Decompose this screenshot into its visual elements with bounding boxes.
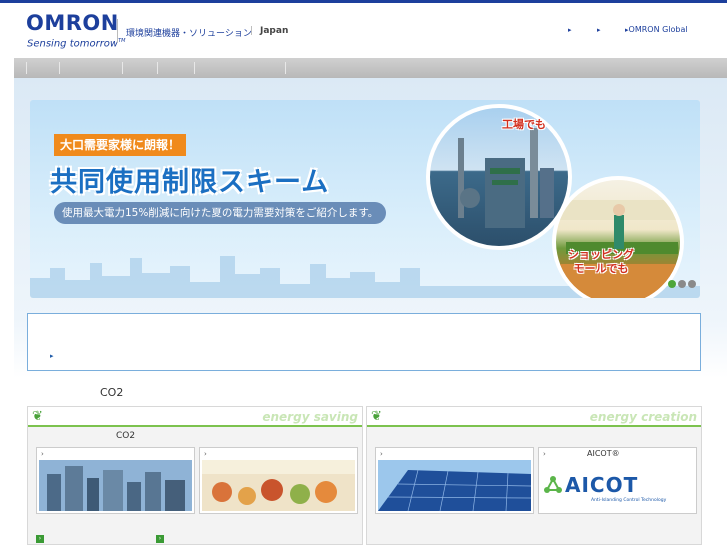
- nav-item-2[interactable]: [59, 62, 60, 74]
- site-title[interactable]: 環境関連機器・ソリューション: [126, 26, 252, 39]
- shopping-mall-photo: [552, 176, 684, 298]
- site-region: Japan: [260, 26, 289, 36]
- network-icon: [544, 476, 562, 493]
- energy-creation-panel: ❦ energy creation › › AICOT® AICOT Anti-…: [366, 406, 702, 545]
- global-nav-bar: [14, 58, 727, 78]
- mall-label: ショッピング モールでも: [568, 248, 634, 276]
- mall-illustration: [556, 200, 680, 298]
- site-header: OMRON Sensing tomorrowTM 環境関連機器・ソリューション …: [0, 3, 727, 57]
- hero-banner[interactable]: 大口需要家様に朗報！ 共同使用制限スキーム 使用最大電力15%削減に向けた夏の電…: [30, 100, 700, 298]
- aicot-wordmark: AICOT: [565, 473, 639, 497]
- card-label: AICOT®: [587, 449, 620, 458]
- aicot-card[interactable]: › AICOT® AICOT Anti-Islanding Control Te…: [538, 447, 697, 514]
- arrow-right-icon: ▸: [568, 26, 572, 34]
- link-box-icon[interactable]: ›: [36, 535, 44, 543]
- slide-dot-2[interactable]: [678, 280, 686, 288]
- city-card[interactable]: ›: [36, 447, 195, 514]
- top-link-2[interactable]: ▸: [597, 25, 601, 34]
- slide-dot-3[interactable]: [688, 280, 696, 288]
- banner-tag: 大口需要家様に朗報！: [54, 134, 187, 156]
- banner-subline: 使用最大電力15%削減に向けた夏の電力需要対策をご紹介します。: [54, 202, 387, 224]
- news-box: ▸: [27, 313, 701, 371]
- top-link-1[interactable]: ▸: [568, 25, 572, 34]
- header-divider: [117, 19, 118, 43]
- panel-title: energy creation: [589, 410, 697, 424]
- chevron-right-icon: ›: [41, 450, 44, 458]
- brand-tagline: Sensing tomorrowTM: [27, 38, 125, 49]
- nav-item-5[interactable]: [194, 62, 195, 74]
- top-link-label: OMRON Global: [628, 25, 688, 34]
- aicot-logo: AICOT Anti-Islanding Control Technology: [541, 460, 694, 511]
- sprout-icon: ❦: [371, 409, 382, 424]
- solar-panels-photo: [378, 460, 531, 511]
- factory-label: 工場でも: [502, 118, 546, 131]
- panel-header: ❦ energy creation: [367, 407, 701, 427]
- chevron-right-icon: ›: [380, 450, 383, 458]
- link-box-icon[interactable]: ›: [156, 535, 164, 543]
- omron-logo[interactable]: OMRON: [26, 11, 119, 35]
- factory-photo: [426, 104, 572, 250]
- panel-title: energy saving: [262, 410, 358, 424]
- solar-card[interactable]: ›: [375, 447, 534, 514]
- site-separator: |: [250, 26, 254, 36]
- section-title: CO2: [100, 386, 124, 399]
- chevron-right-icon: ›: [543, 450, 546, 458]
- mall-label-line2: モールでも: [573, 262, 629, 275]
- panel-subtitle: CO2: [116, 431, 136, 441]
- tagline-text: Sensing tomorrow: [27, 38, 119, 50]
- nav-item-4[interactable]: [157, 62, 158, 74]
- energy-saving-panel: ❦ energy saving CO2 › › › ›: [27, 406, 363, 545]
- mall-label-line1: ショッピング: [568, 248, 634, 261]
- tagline-tm: TM: [118, 38, 126, 44]
- grocery-produce-photo: [202, 460, 355, 511]
- factory-illustration: [458, 128, 554, 228]
- news-arrow-icon[interactable]: ▸: [50, 352, 54, 360]
- banner-headline: 共同使用制限スキーム: [50, 167, 330, 198]
- slide-dot-1[interactable]: [668, 280, 676, 288]
- omron-global-link[interactable]: ▸OMRON Global: [625, 25, 688, 34]
- city-buildings-photo: [39, 460, 192, 511]
- chevron-right-icon: ›: [204, 450, 207, 458]
- sprout-icon: ❦: [32, 409, 43, 424]
- arrow-right-icon: ▸: [597, 26, 601, 34]
- aicot-tagline: Anti-Islanding Control Technology: [591, 498, 667, 503]
- panel-header: ❦ energy saving: [28, 407, 362, 427]
- nav-item-1[interactable]: [26, 62, 27, 74]
- nav-item-3[interactable]: [122, 62, 123, 74]
- grocery-card[interactable]: ›: [199, 447, 358, 514]
- nav-item-6[interactable]: [285, 62, 286, 74]
